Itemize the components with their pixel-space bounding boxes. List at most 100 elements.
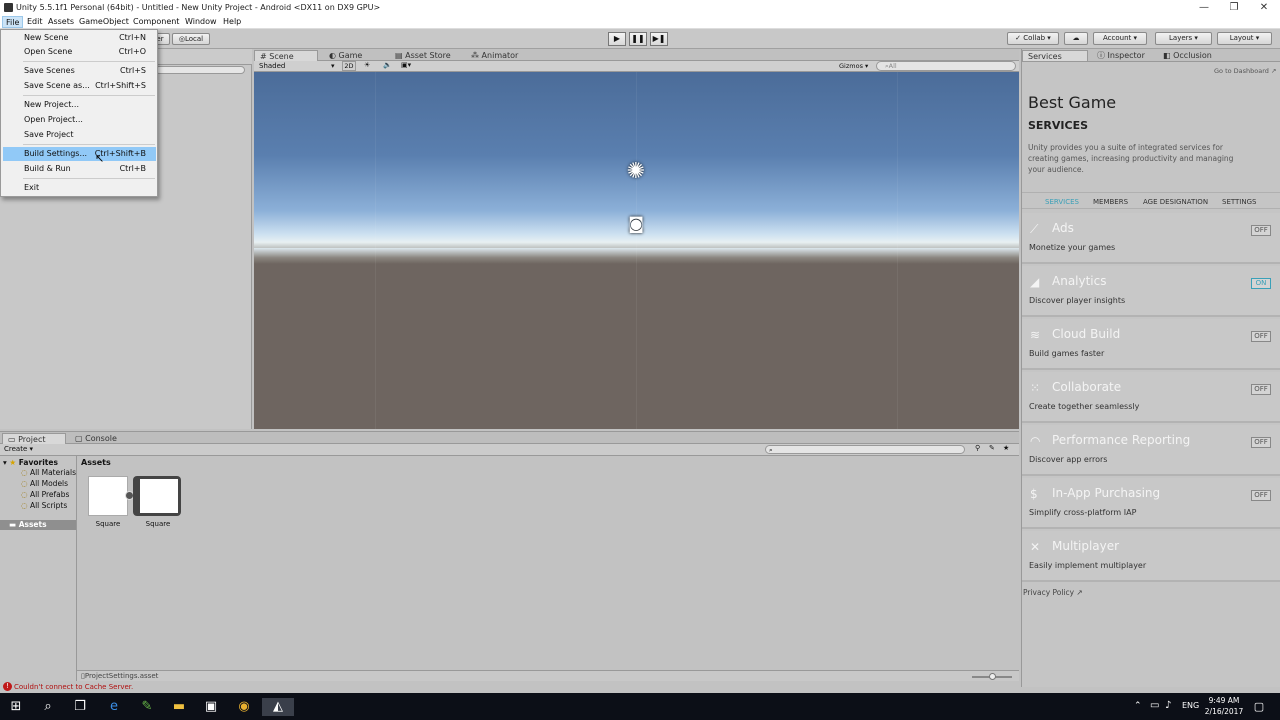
- menu-edit[interactable]: Edit: [24, 16, 46, 28]
- lighting-toggle[interactable]: ☀: [364, 61, 370, 69]
- menu-item-build-settings[interactable]: Build Settings... Ctrl+Shift+B: [3, 147, 156, 161]
- tab-occlusion[interactable]: ◧ Occlusion: [1158, 50, 1217, 61]
- pause-button[interactable]: ❚❚: [629, 32, 647, 46]
- assets-grid: Assets Square Square ▯ProjectSettings.as…: [77, 456, 1019, 682]
- favorite-item[interactable]: ◌ All Materials: [21, 468, 76, 478]
- gizmos-dropdown[interactable]: Gizmos ▾: [839, 62, 868, 70]
- chrome-icon[interactable]: ◉: [235, 698, 253, 716]
- subtab-services[interactable]: SERVICES: [1045, 198, 1079, 206]
- collab-dropdown[interactable]: ✓ Collab ▾: [1007, 32, 1059, 45]
- favorite-item[interactable]: ◌ All Scripts: [21, 501, 67, 511]
- service-toggle[interactable]: ON: [1251, 278, 1271, 289]
- menu-item-open-scene[interactable]: Open Scene Ctrl+O: [3, 45, 156, 59]
- audio-toggle[interactable]: 🔈: [383, 61, 392, 69]
- favorite-item[interactable]: ◌ All Prefabs: [21, 490, 69, 500]
- tab-game[interactable]: ◐ Game: [324, 50, 367, 61]
- subtab-age-designation[interactable]: AGE DESIGNATION: [1143, 198, 1208, 206]
- scene-viewport[interactable]: ✺ ◙: [254, 72, 1019, 429]
- service-toggle[interactable]: OFF: [1251, 490, 1271, 501]
- menu-gameobject[interactable]: GameObject: [76, 16, 132, 28]
- privacy-policy-link[interactable]: Privacy Policy ↗: [1023, 588, 1083, 597]
- tab-inspector[interactable]: ⓘ Inspector: [1092, 50, 1150, 61]
- tab-console[interactable]: ▢ Console: [70, 433, 122, 444]
- tab-animator[interactable]: ⁂ Animator: [466, 50, 523, 61]
- menu-item-open-project[interactable]: Open Project...: [3, 113, 156, 127]
- menu-item-exit[interactable]: Exit: [3, 181, 156, 195]
- menu-component[interactable]: Component: [130, 16, 182, 28]
- service-cloud-build[interactable]: ≋ Cloud Build Build games faster OFF: [1022, 319, 1280, 370]
- tab-scene[interactable]: # Scene: [254, 50, 318, 61]
- shading-dropdown[interactable]: Shaded ▾: [259, 62, 337, 70]
- clock-time[interactable]: 9:49 AM: [1203, 696, 1245, 705]
- asset-thumbnail[interactable]: [88, 476, 128, 516]
- subtab-members[interactable]: MEMBERS: [1093, 198, 1128, 206]
- service-toggle[interactable]: OFF: [1251, 225, 1271, 236]
- hierarchy-search-input[interactable]: [155, 66, 245, 74]
- menu-item-new-project[interactable]: New Project...: [3, 98, 156, 112]
- project-search-input[interactable]: ⌕: [765, 445, 965, 454]
- tab-asset-store[interactable]: ▤ Asset Store: [390, 50, 456, 61]
- tab-project[interactable]: ▭ Project: [2, 433, 66, 444]
- edge-browser-icon[interactable]: e: [105, 698, 123, 716]
- menu-assets[interactable]: Assets: [45, 16, 77, 28]
- filter-type-icon[interactable]: ⚲: [975, 444, 980, 452]
- notepad-plus-icon[interactable]: ✎: [138, 698, 156, 716]
- chevron-up-icon[interactable]: ⌃: [1134, 701, 1142, 711]
- service-ads[interactable]: ⟋ Ads Monetize your games OFF: [1022, 213, 1280, 264]
- mode-2d-toggle[interactable]: 2D: [342, 61, 356, 71]
- service-multiplayer[interactable]: ✕ Multiplayer Easily implement multiplay…: [1022, 531, 1280, 582]
- notifications-icon[interactable]: ▢: [1250, 698, 1268, 716]
- maximize-button[interactable]: ❐: [1219, 0, 1249, 15]
- tab-services[interactable]: Services: [1022, 50, 1088, 61]
- account-dropdown[interactable]: Account ▾: [1093, 32, 1147, 45]
- goto-dashboard-link[interactable]: Go to Dashboard ↗: [1214, 67, 1276, 75]
- create-dropdown[interactable]: Create ▾: [4, 445, 33, 453]
- menu-item-new-scene[interactable]: New Scene Ctrl+N: [3, 31, 156, 45]
- local-toggle[interactable]: ◎Local: [172, 33, 210, 45]
- menu-file[interactable]: File: [2, 16, 24, 28]
- camera-gizmo-icon[interactable]: ◙: [624, 216, 648, 232]
- zoom-slider-handle[interactable]: [989, 673, 996, 680]
- assets-root-node[interactable]: ▬ Assets: [0, 520, 76, 530]
- favorite-star-icon[interactable]: ★: [1003, 444, 1009, 452]
- service-analytics[interactable]: ◢ Analytics Discover player insights ON: [1022, 266, 1280, 317]
- windows-start-icon[interactable]: ⊞: [7, 698, 25, 716]
- status-message[interactable]: Couldn't connect to Cache Server.: [14, 683, 133, 691]
- service-in-app-purchasing[interactable]: $ In-App Purchasing Simplify cross-platf…: [1022, 478, 1280, 529]
- store-icon[interactable]: ▣: [202, 698, 220, 716]
- layout-dropdown[interactable]: Layout ▾: [1217, 32, 1272, 45]
- play-button[interactable]: ▶: [608, 32, 626, 46]
- menu-item-save-scenes[interactable]: Save Scenes Ctrl+S: [3, 64, 156, 78]
- effects-dropdown[interactable]: ▣▾: [401, 61, 411, 69]
- task-view-icon[interactable]: ❐: [71, 698, 89, 716]
- close-button[interactable]: ✕: [1249, 0, 1279, 15]
- layers-dropdown[interactable]: Layers ▾: [1155, 32, 1212, 45]
- subtab-settings[interactable]: SETTINGS: [1222, 198, 1256, 206]
- file-explorer-icon[interactable]: ▬: [170, 698, 188, 716]
- favorites-node[interactable]: ▾ ★ Favorites: [3, 458, 58, 468]
- search-icon[interactable]: ⌕: [39, 698, 57, 716]
- language-indicator[interactable]: ENG: [1182, 701, 1199, 710]
- service-toggle[interactable]: OFF: [1251, 331, 1271, 342]
- minimize-button[interactable]: —: [1189, 0, 1219, 15]
- unity-taskbar-icon[interactable]: ◭: [262, 698, 294, 716]
- filter-label-icon[interactable]: ✎: [989, 444, 995, 452]
- step-button[interactable]: ▶❚: [650, 32, 668, 46]
- menu-window[interactable]: Window: [182, 16, 220, 28]
- menu-item-save-project[interactable]: Save Project: [3, 128, 156, 142]
- menu-item-label: Save Scene as...: [24, 81, 90, 90]
- sun-light-icon[interactable]: ✺: [624, 160, 648, 184]
- favorite-item[interactable]: ◌ All Models: [21, 479, 68, 489]
- service-performance-reporting[interactable]: ◠ Performance Reporting Discover app err…: [1022, 425, 1280, 476]
- menu-help[interactable]: Help: [220, 16, 244, 28]
- service-toggle[interactable]: OFF: [1251, 384, 1271, 395]
- menu-item-build-and-run[interactable]: Build & Run Ctrl+B: [3, 162, 156, 176]
- clock-date[interactable]: 2/16/2017: [1203, 707, 1245, 716]
- volume-icon[interactable]: ♪: [1165, 700, 1171, 711]
- menu-item-save-scene-as[interactable]: Save Scene as... Ctrl+Shift+S: [3, 79, 156, 93]
- network-icon[interactable]: ▭: [1150, 700, 1159, 711]
- service-collaborate[interactable]: ⁙ Collaborate Create together seamlessly…: [1022, 372, 1280, 423]
- scene-search-input[interactable]: ⌕All: [876, 61, 1016, 71]
- service-toggle[interactable]: OFF: [1251, 437, 1271, 448]
- cloud-button[interactable]: ☁: [1064, 32, 1088, 45]
